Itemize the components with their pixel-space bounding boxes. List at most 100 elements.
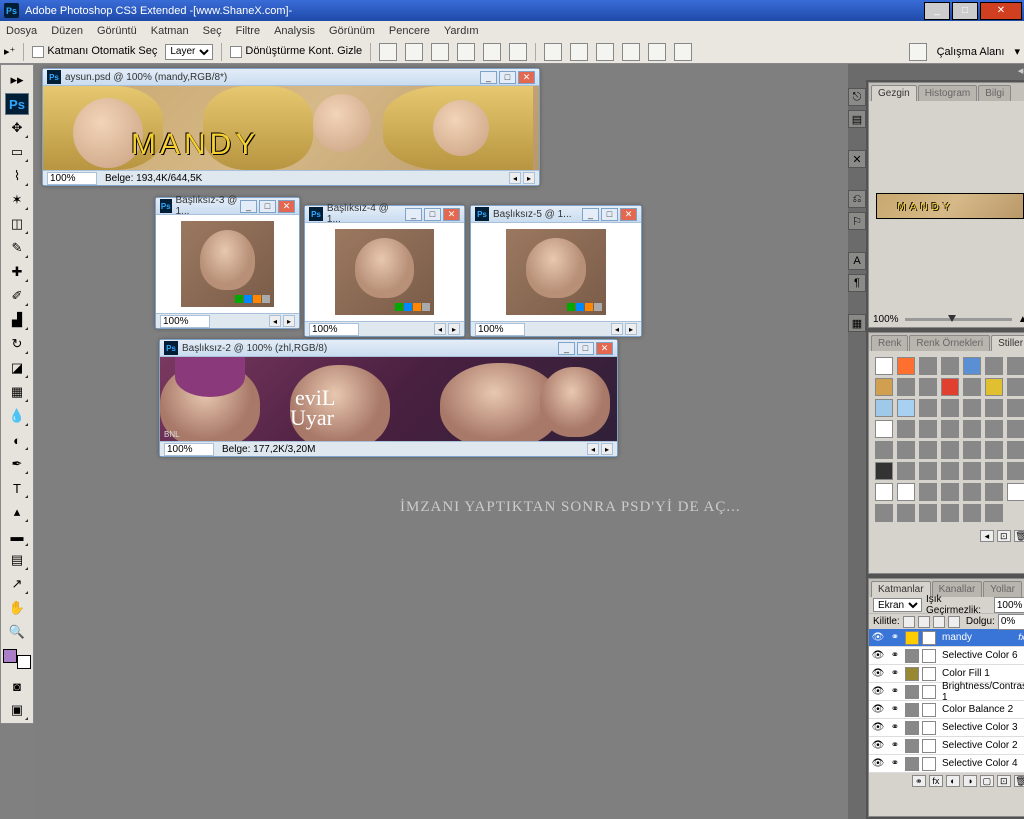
style-swatch[interactable]	[985, 483, 1003, 501]
distribute-button[interactable]	[674, 43, 692, 61]
go-bridge-button[interactable]	[909, 43, 927, 61]
layer-row[interactable]: 👁⚭Brightness/Contrast 1	[869, 683, 1024, 701]
style-swatch[interactable]	[941, 483, 959, 501]
adj-button[interactable]: ◑	[963, 775, 977, 787]
style-swatch[interactable]	[941, 420, 959, 438]
lock-all-icon[interactable]	[948, 616, 960, 628]
nav-zoom[interactable]: 100%	[873, 314, 899, 325]
visibility-icon[interactable]: 👁	[871, 704, 885, 715]
style-swatch[interactable]	[941, 462, 959, 480]
layer-row[interactable]: 👁⚭Selective Color 4	[869, 755, 1024, 773]
pen-tool[interactable]: ✒	[5, 453, 29, 475]
layer-row[interactable]: 👁⚭Selective Color 2	[869, 737, 1024, 755]
style-swatch[interactable]	[897, 441, 915, 459]
zoom-field[interactable]: 100%	[47, 172, 97, 185]
screenmode-button[interactable]: ▣	[5, 699, 29, 721]
style-swatch[interactable]	[963, 399, 981, 417]
dock-icon[interactable]: ⎋	[848, 88, 866, 106]
dock-icon[interactable]: A	[848, 252, 866, 270]
eyedrop-tool[interactable]: ↗	[5, 573, 29, 595]
style-swatch[interactable]	[1007, 483, 1024, 501]
distribute-button[interactable]	[570, 43, 588, 61]
visibility-icon[interactable]: 👁	[871, 740, 885, 751]
style-swatch[interactable]	[875, 399, 893, 417]
distribute-button[interactable]	[622, 43, 640, 61]
menu-katman[interactable]: Katman	[151, 25, 189, 37]
dock-icon[interactable]: ▤	[848, 110, 866, 128]
quickmask-button[interactable]: ◙	[5, 675, 29, 697]
style-swatch[interactable]	[985, 357, 1003, 375]
doc-max-button[interactable]: □	[499, 71, 516, 84]
doc-window-2[interactable]: PsBaşlıksız-2 @ 100% (zhl,RGB/8)_□✕ eviL…	[159, 339, 618, 457]
notes-tool[interactable]: ▤	[5, 549, 29, 571]
menu-filtre[interactable]: Filtre	[236, 25, 260, 37]
wand-tool[interactable]: ✶	[5, 189, 29, 211]
eraser-tool[interactable]: ◪	[5, 357, 29, 379]
style-swatch[interactable]	[875, 462, 893, 480]
crop-tool[interactable]: ◫	[5, 213, 29, 235]
doc-window-5[interactable]: PsBaşlıksız-5 @ 1..._□✕ 100%◂▸	[470, 205, 642, 337]
menu-sec[interactable]: Seç	[203, 25, 222, 37]
visibility-icon[interactable]: 👁	[871, 758, 885, 769]
layer-row[interactable]: 👁⚭Selective Color 6	[869, 647, 1024, 665]
style-swatch[interactable]	[985, 504, 1003, 522]
visibility-icon[interactable]: 👁	[871, 686, 885, 697]
style-swatch[interactable]	[897, 504, 915, 522]
visibility-icon[interactable]: 👁	[871, 650, 885, 661]
align-button[interactable]	[405, 43, 423, 61]
distribute-button[interactable]	[648, 43, 666, 61]
style-swatch[interactable]	[941, 378, 959, 396]
style-swatch[interactable]	[1007, 462, 1024, 480]
show-transform-check[interactable]: Dönüştürme Kont. Gizle	[230, 45, 362, 57]
style-swatch[interactable]	[875, 420, 893, 438]
dock-icon[interactable]: ▦	[848, 314, 866, 332]
style-swatch[interactable]	[1007, 399, 1024, 417]
dock-icon[interactable]: ✕	[848, 150, 866, 168]
style-swatch[interactable]	[963, 483, 981, 501]
tab-navigator[interactable]: Gezgin	[871, 85, 917, 101]
visibility-icon[interactable]: 👁	[871, 632, 885, 643]
history-brush-tool[interactable]: ↻	[5, 333, 29, 355]
style-swatch[interactable]	[919, 399, 937, 417]
doc-window-3[interactable]: PsBaşlıksız-3 @ 1..._□✕ 100%◂▸	[155, 197, 300, 329]
doc-window-aysun[interactable]: Psaysun.psd @ 100% (mandy,RGB/8*) _□✕ MA…	[42, 68, 540, 186]
shape-tool[interactable]: ▬	[5, 525, 29, 547]
align-button[interactable]	[457, 43, 475, 61]
nav-zoom-slider[interactable]	[905, 318, 1012, 321]
panel-menu-button[interactable]: ◂	[980, 530, 994, 542]
doc-window-4[interactable]: PsBaşlıksız-4 @ 1..._□✕ 100%◂▸	[304, 205, 465, 337]
style-swatch[interactable]	[1007, 441, 1024, 459]
zoom-tool[interactable]: 🔍	[5, 621, 29, 643]
style-swatch[interactable]	[941, 504, 959, 522]
align-button[interactable]	[431, 43, 449, 61]
style-swatch[interactable]	[941, 357, 959, 375]
dock-icon[interactable]: ⚐	[848, 212, 866, 230]
lock-move-icon[interactable]	[933, 616, 945, 628]
lasso-tool[interactable]: ⌇	[5, 165, 29, 187]
style-swatch[interactable]	[897, 399, 915, 417]
doc-close-button[interactable]: ✕	[518, 71, 535, 84]
tab-histogram[interactable]: Histogram	[918, 85, 978, 101]
style-swatch[interactable]	[963, 420, 981, 438]
style-swatch[interactable]	[875, 504, 893, 522]
style-swatch[interactable]	[1007, 420, 1024, 438]
delete-button[interactable]: 🗑	[1014, 530, 1024, 542]
style-swatch[interactable]	[963, 504, 981, 522]
menu-dosya[interactable]: Dosya	[6, 25, 37, 37]
style-swatch[interactable]	[941, 399, 959, 417]
layer-row[interactable]: 👁⚭Selective Color 3	[869, 719, 1024, 737]
style-swatch[interactable]	[985, 378, 1003, 396]
scroll-left[interactable]: ◂	[509, 172, 521, 184]
workspace-label[interactable]: Çalışma Alanı	[937, 46, 1005, 58]
fill-field[interactable]	[998, 614, 1024, 630]
tab-info[interactable]: Bilgi	[978, 85, 1011, 101]
stamp-tool[interactable]: ▟	[5, 309, 29, 331]
style-swatch[interactable]	[919, 357, 937, 375]
eyedropper-tool[interactable]: ✎	[5, 237, 29, 259]
maximize-button[interactable]: □	[952, 2, 978, 20]
menu-duzen[interactable]: Düzen	[51, 25, 83, 37]
auto-select-target[interactable]: Layer	[165, 44, 213, 60]
style-swatch[interactable]	[897, 483, 915, 501]
lock-paint-icon[interactable]	[918, 616, 930, 628]
style-swatch[interactable]	[897, 357, 915, 375]
